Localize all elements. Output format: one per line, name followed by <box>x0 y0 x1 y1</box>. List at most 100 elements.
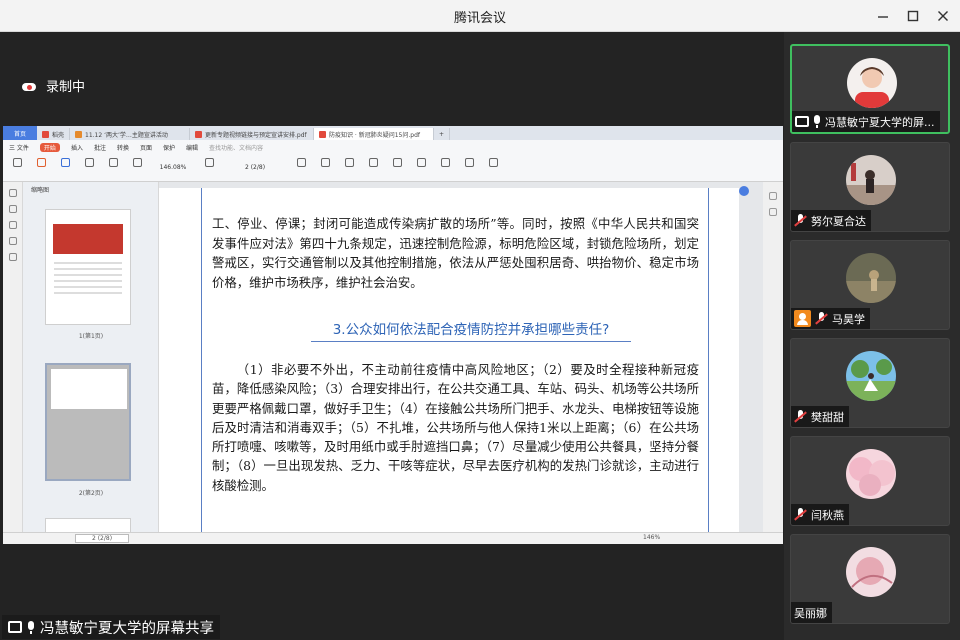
ribbon-continuous-icon[interactable] <box>341 157 357 178</box>
thumbnail-icon[interactable] <box>8 189 17 197</box>
right-tool-strip <box>763 182 783 532</box>
wps-tab-docer[interactable]: 稻壳 <box>37 128 71 140</box>
ribbon-zoom-icon[interactable]: 146.08% <box>153 158 193 178</box>
microphone-icon <box>813 115 821 128</box>
maximize-icon[interactable] <box>903 6 923 26</box>
ribbon-read-icon[interactable] <box>129 157 145 178</box>
wps-home-tab[interactable]: 首页 <box>3 126 37 140</box>
comment-icon[interactable] <box>8 221 17 229</box>
main-stage: 录制中 首页 稻壳 11.12 ‘两大’学…主题宣讲活动 更新专题视频链接与预定… <box>0 32 784 640</box>
page-thumbnail-1[interactable] <box>45 209 131 325</box>
ribbon-pdf-image-icon[interactable] <box>57 157 73 178</box>
menu-edit[interactable]: 编辑 <box>186 143 198 152</box>
menu-start[interactable]: 开始 <box>39 142 60 152</box>
menu-file[interactable]: 三 文件 <box>9 143 29 152</box>
wps-tab-doc2[interactable]: 更新专题视频链接与预定宣讲安排.pdf <box>190 128 315 140</box>
thumbnail-line <box>54 286 122 288</box>
thumbnail-line <box>54 292 122 294</box>
ribbon-rotate-icon[interactable] <box>201 157 217 178</box>
participant-tile[interactable]: 努尔夏合达 <box>790 142 950 232</box>
assistant-icon[interactable] <box>739 186 749 196</box>
status-zoom[interactable]: 146% <box>643 534 660 541</box>
menu-search[interactable]: 查找功能、文档内容 <box>209 143 263 152</box>
thumbnail-line <box>54 268 122 270</box>
avatar <box>846 449 896 499</box>
recording-indicator[interactable]: 录制中 <box>22 76 85 95</box>
ribbon-play-icon[interactable] <box>105 157 121 178</box>
participant-tile[interactable]: 闫秋燕 <box>790 436 950 526</box>
shared-screen[interactable]: 首页 稻壳 11.12 ‘两大’学…主题宣讲活动 更新专题视频链接与预定宣讲安排… <box>3 126 783 544</box>
thumbnail-line <box>54 262 122 264</box>
docer-icon <box>42 130 49 138</box>
document-page: 工、停业、停课；封闭可能造成传染病扩散的场所”等。同时，按照《中华人民共和国突发… <box>159 188 739 532</box>
wps-tab-doc3[interactable]: 防疫知识 · 新冠肺炎疑问15问.pdf <box>314 128 435 140</box>
page-thumbnail-2[interactable] <box>45 363 131 481</box>
participant-tile[interactable]: 樊甜甜 <box>790 338 950 428</box>
menu-insert[interactable]: 插入 <box>71 143 83 152</box>
menu-convert[interactable]: 转换 <box>117 143 129 152</box>
new-tab-icon[interactable]: + <box>434 128 451 140</box>
pdf-icon <box>319 130 327 138</box>
participant-name: 吴丽娜 <box>794 606 827 620</box>
avatar <box>846 155 896 205</box>
thumbnail-header: 缩略图 <box>31 186 50 194</box>
ribbon-merge-icon[interactable] <box>81 157 97 178</box>
minimize-icon[interactable] <box>873 6 893 26</box>
menu-protect[interactable]: 保护 <box>163 143 175 152</box>
ribbon-auto-scroll-icon[interactable] <box>365 157 381 178</box>
participant-tile[interactable]: 马昊学 <box>790 240 950 330</box>
menu-page[interactable]: 页面 <box>140 143 152 152</box>
recording-label: 录制中 <box>46 80 86 95</box>
wps-tab-label: 更新专题视频链接与预定宣讲安排.pdf <box>205 131 307 139</box>
ribbon-translate-icon[interactable] <box>413 157 429 178</box>
signature-icon[interactable] <box>8 253 17 261</box>
avatar <box>846 253 896 303</box>
ribbon-compare-icon[interactable] <box>461 157 477 178</box>
participant-name-bar: 冯慧敏宁夏大学的屏... <box>792 111 940 132</box>
avatar <box>846 351 896 401</box>
participant-tile[interactable]: 冯慧敏宁夏大学的屏... <box>790 44 950 134</box>
microphone-muted-icon <box>794 508 807 521</box>
ribbon-single-page-icon[interactable] <box>293 157 309 178</box>
participant-name-bar: 吴丽娜 <box>791 602 832 623</box>
document-viewport[interactable]: 工、停业、停课；封闭可能造成传染病扩散的场所”等。同时，按照《中华人民共和国突发… <box>159 182 763 532</box>
participant-name: 努尔夏合达 <box>811 214 866 228</box>
microphone-muted-icon <box>815 312 828 325</box>
wps-tab-label: 11.12 ‘两大’学…主题宣讲活动 <box>85 131 168 139</box>
participant-name: 闫秋燕 <box>811 508 844 522</box>
ribbon-select-icon[interactable] <box>9 157 25 178</box>
ribbon-bg-icon[interactable] <box>389 157 405 178</box>
screen-share-caption: 冯慧敏宁夏大学的屏幕共享 <box>2 615 220 639</box>
participant-tile[interactable]: 吴丽娜 <box>790 534 950 624</box>
wps-body: 缩略图 1(第1页) 2(第2页) 工、停业、停课；封闭可能造成传染病扩散的场所… <box>3 182 783 538</box>
status-page-input[interactable]: 2 (2/8) <box>75 534 129 543</box>
wps-tab-doc1[interactable]: 11.12 ‘两大’学…主题宣讲活动 <box>70 128 191 140</box>
avatar <box>847 58 897 108</box>
ribbon-search-icon[interactable] <box>485 157 501 178</box>
document-paragraph-2: （1）非必要不外出，不主动前往疫情中高风险地区；（2）要及时全程接种新冠疫苗，降… <box>212 362 699 493</box>
thumbnail-line <box>54 274 122 276</box>
property-icon[interactable] <box>769 208 777 216</box>
participant-name-bar: 闫秋燕 <box>791 504 849 525</box>
close-icon[interactable] <box>933 6 953 26</box>
bookmark-icon[interactable] <box>8 205 17 213</box>
ribbon-screenshot-icon[interactable] <box>437 157 453 178</box>
ribbon-double-page-icon[interactable] <box>317 157 333 178</box>
attachment-icon[interactable] <box>8 237 17 245</box>
settings-icon[interactable] <box>769 192 777 200</box>
thumbnail-label-2: 2(第2页) <box>78 490 104 497</box>
thumbnail-line <box>54 280 122 282</box>
user-placeholder-icon <box>794 310 811 327</box>
meeting-window: 腾讯会议 录制中 首页 稻壳 11.12 ‘两大’学…主题宣讲活动 更新专题视频… <box>0 0 960 640</box>
document-paragraph-1: 工、停业、停课；封闭可能造成传染病扩散的场所”等。同时，按照《中华人民共和国突发… <box>212 216 699 290</box>
microphone-icon <box>27 620 35 634</box>
thumbnail-panel: 缩略图 1(第1页) 2(第2页) <box>23 182 159 538</box>
recording-cloud-icon <box>22 80 38 92</box>
participant-name-bar: 樊甜甜 <box>791 406 849 427</box>
menu-annotate[interactable]: 批注 <box>94 143 106 152</box>
screen-share-icon <box>795 116 809 127</box>
microphone-muted-icon <box>794 214 807 227</box>
participant-panel: 冯慧敏宁夏大学的屏... 努尔夏合达 马昊学 樊甜甜 闫秋燕 吴丽娜 <box>784 32 960 640</box>
ribbon-pdf-office-icon[interactable] <box>33 157 49 178</box>
page-indicator[interactable]: 2 (2/8) <box>225 158 285 178</box>
